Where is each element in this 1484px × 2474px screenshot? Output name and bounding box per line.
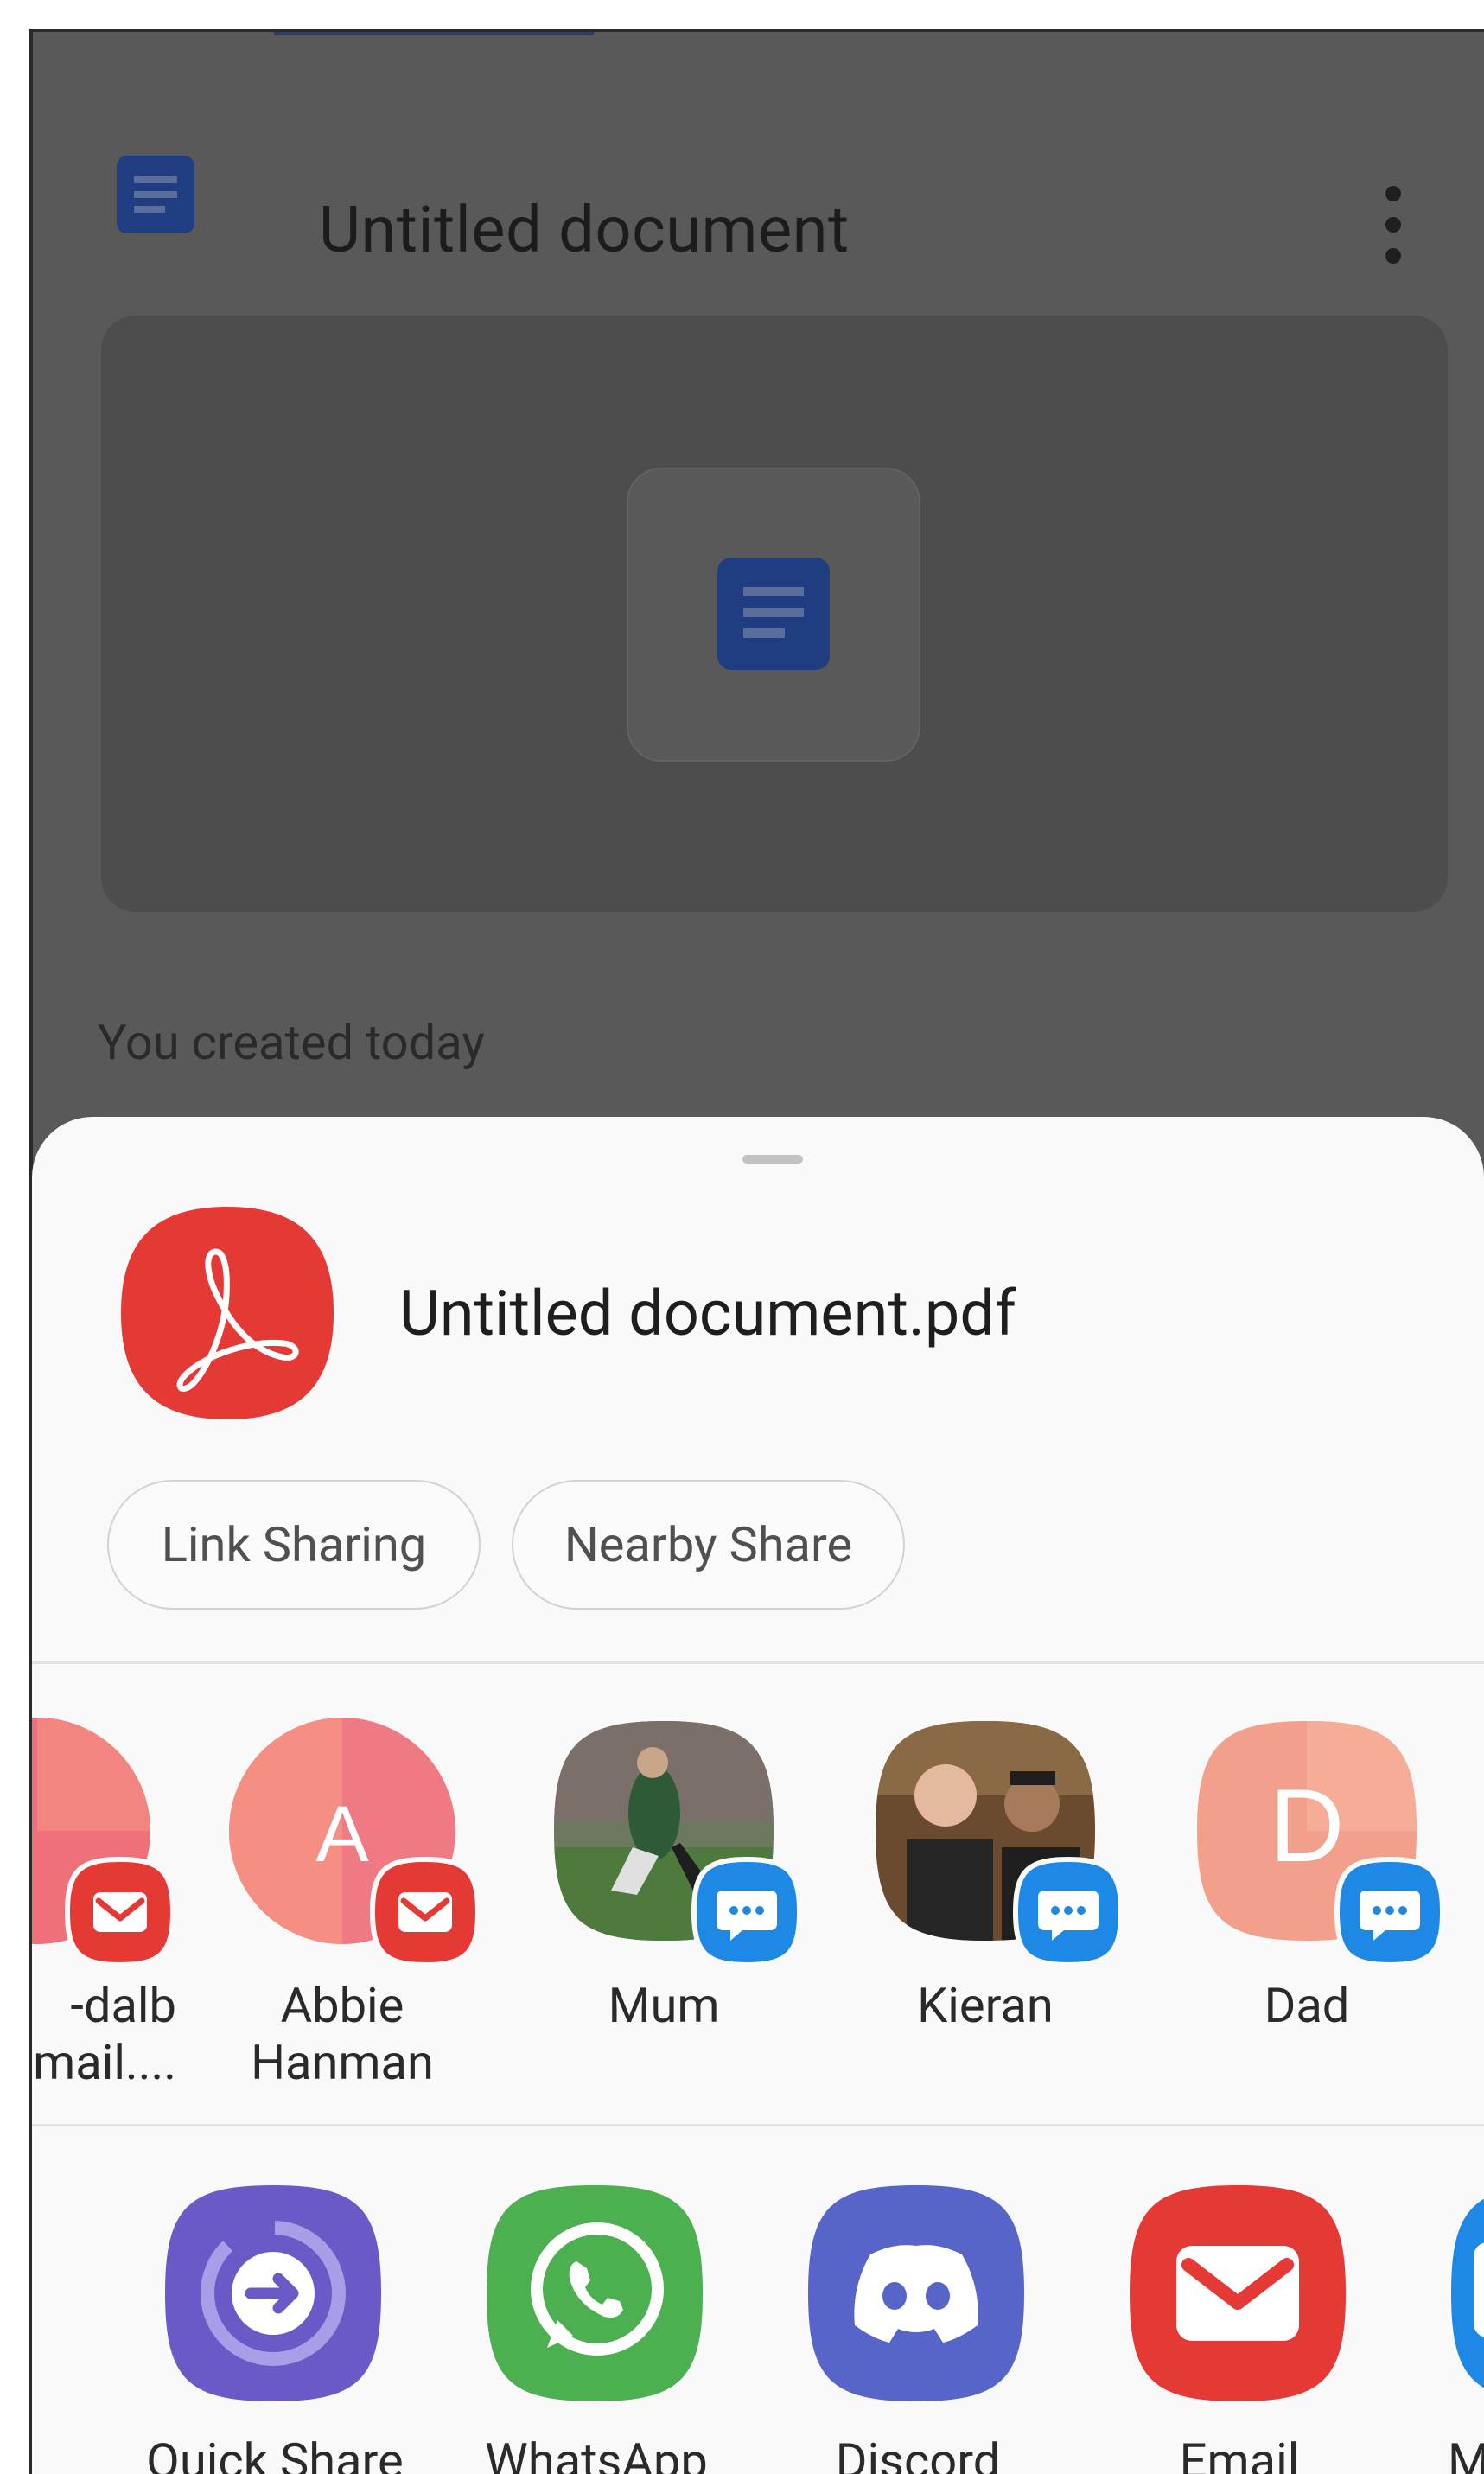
contact-name: Mum	[608, 1977, 720, 2034]
contact-name: Kieran	[917, 1977, 1054, 2034]
contact-item[interactable]: Mum	[551, 1718, 810, 2124]
divider	[32, 2124, 1484, 2126]
contact-name: -dalb mail....	[33, 1977, 176, 2091]
shared-file-name: Untitled document.pdf	[399, 1277, 1016, 1350]
app-label: Email	[1179, 2433, 1300, 2474]
message-badge-icon	[1334, 1856, 1446, 1968]
email-icon	[1130, 2185, 1346, 2401]
email-badge-icon	[64, 1856, 176, 1968]
share-app-whatsapp[interactable]: WhatsApp	[466, 2182, 725, 2474]
drag-handle[interactable]	[742, 1155, 803, 1164]
contact-item[interactable]: -dalb mail....	[32, 1718, 183, 2124]
divider	[32, 1661, 1484, 1664]
contact-name: Abbie Hanman	[251, 1977, 434, 2091]
svg-text:A: A	[315, 1790, 369, 1878]
contact-item[interactable]: A Abbie Hanman	[229, 1718, 488, 2124]
message-badge-icon	[691, 1856, 803, 1968]
screenshot-page: Untitled document You created today Unti…	[0, 0, 1484, 2474]
app-label: Quick Share	[146, 2433, 404, 2474]
contact-item[interactable]: Kieran	[872, 1718, 1131, 2124]
app-label: Me	[1448, 2433, 1484, 2474]
quick-share-icon	[165, 2185, 381, 2401]
discord-icon	[808, 2185, 1024, 2401]
docs-icon	[117, 156, 194, 233]
share-app-discord[interactable]: Discord	[787, 2182, 1047, 2474]
created-info-text: You created today	[98, 1014, 485, 1071]
app-label: WhatsApp	[485, 2433, 708, 2474]
message-badge-icon	[1012, 1856, 1124, 1968]
share-sheet: Untitled document.pdf Link Sharing Nearb…	[32, 1117, 1484, 2474]
docs-icon-large	[717, 558, 830, 670]
nearby-share-button[interactable]: Nearby Share	[512, 1480, 905, 1610]
email-badge-icon	[369, 1856, 481, 1968]
more-options-icon[interactable]	[1376, 186, 1411, 264]
share-app-email[interactable]: Email	[1109, 2182, 1368, 2474]
share-app-messages[interactable]: Me	[1430, 2182, 1484, 2474]
whatsapp-icon	[487, 2185, 703, 2401]
pdf-file-icon	[121, 1207, 334, 1419]
phone-edge-top	[29, 29, 1484, 32]
document-title[interactable]: Untitled document	[319, 193, 850, 268]
link-sharing-button[interactable]: Link Sharing	[107, 1480, 481, 1610]
share-app-quick-share[interactable]: Quick Share	[144, 2182, 404, 2474]
app-label: Discord	[835, 2433, 1001, 2474]
messages-icon	[1451, 2198, 1484, 2388]
contact-name: Dad	[1264, 1977, 1350, 2034]
contact-item[interactable]: D Dad	[1194, 1718, 1453, 2124]
